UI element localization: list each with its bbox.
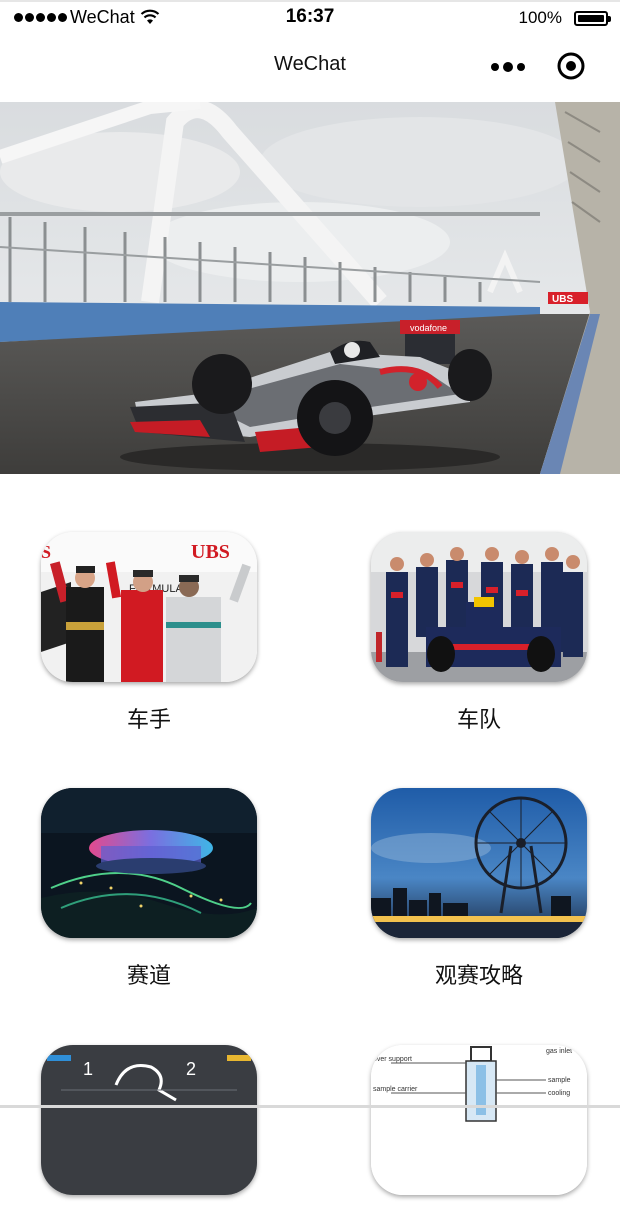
battery-percent: 100% — [518, 8, 562, 27]
team-thumbnail — [371, 532, 587, 682]
nav-bar: WeChat — [0, 34, 620, 102]
grid-item-steering[interactable]: 1 2 — [41, 1045, 257, 1215]
svg-text:S: S — [41, 542, 51, 562]
hero-banner[interactable]: UBS vodafone — [0, 102, 620, 474]
technical-diagram-thumbnail: over support sample carrier sample cooli… — [371, 1045, 587, 1195]
svg-text:gas inlet: gas inlet — [546, 1048, 572, 1055]
grid-item-label: 车队 — [456, 708, 501, 733]
battery-icon — [574, 11, 611, 26]
close-miniprogram-button[interactable] — [556, 51, 586, 81]
svg-text:over support: over support — [373, 1056, 412, 1063]
grid-item-circuit[interactable]: 赛道 — [41, 788, 257, 990]
svg-text:1: 1 — [83, 1059, 93, 1079]
grid-item-team[interactable]: 车队 — [371, 532, 587, 734]
svg-text:UBS: UBS — [552, 294, 573, 305]
grid-item-viewing-guide[interactable]: 观赛攻略 — [371, 788, 587, 990]
target-icon — [557, 52, 585, 80]
svg-text:sample carrier: sample carrier — [373, 1086, 418, 1093]
svg-text:cooling: cooling — [548, 1090, 570, 1097]
grid-item-label: 车手 — [126, 708, 171, 733]
svg-text:vodafone: vodafone — [410, 323, 447, 333]
grid-item-drivers[interactable]: UBS S FORMULA 车手 — [41, 532, 257, 734]
drivers-thumbnail: UBS S FORMULA — [41, 532, 257, 682]
circuit-thumbnail — [41, 788, 257, 938]
more-options-button[interactable] — [488, 58, 528, 76]
grid-item-label: 观赛攻略 — [434, 964, 523, 989]
svg-text:sample: sample — [548, 1077, 571, 1084]
status-bar: WeChat 16:37 100% — [0, 0, 620, 34]
grid-item-technical[interactable]: over support sample carrier sample cooli… — [371, 1045, 587, 1215]
grid-item-label: 赛道 — [126, 964, 171, 989]
viewing-guide-thumbnail — [371, 788, 587, 938]
svg-text:2: 2 — [186, 1059, 196, 1079]
steering-display-thumbnail: 1 2 — [41, 1045, 257, 1195]
svg-text:UBS: UBS — [191, 541, 230, 563]
race-car-image: UBS vodafone — [0, 102, 620, 474]
